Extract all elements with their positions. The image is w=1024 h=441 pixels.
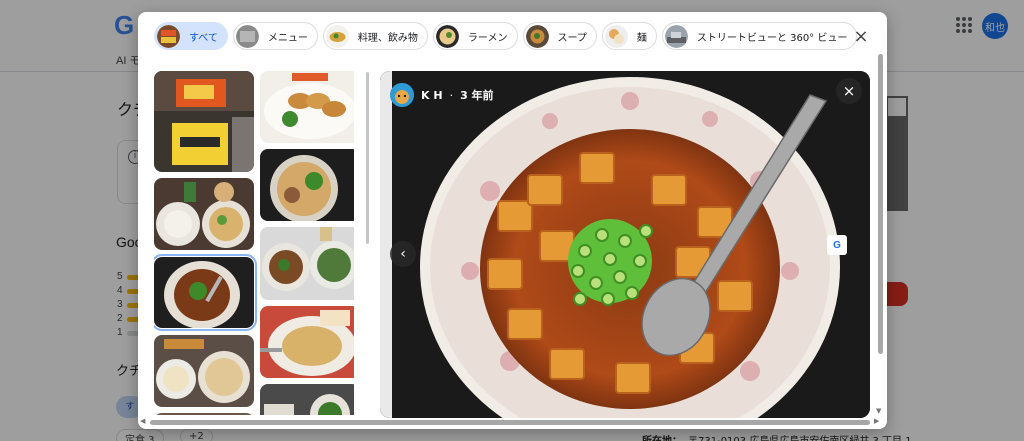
tab-food-drink[interactable]: 料理、飲み物 <box>322 22 428 50</box>
tab-street-view[interactable]: ストリートビューと 360° ビュー <box>661 22 858 50</box>
tab-noodles[interactable]: 麺 <box>601 22 657 50</box>
thumbnail-scrollbar[interactable] <box>366 72 369 244</box>
tab-label: ラーメン <box>467 32 508 44</box>
close-dialog-icon[interactable]: × <box>849 24 873 48</box>
tab-thumbnail <box>604 24 628 48</box>
mapo-tofu-photo <box>154 257 254 328</box>
previous-photo-icon[interactable]: ‹ <box>390 241 416 267</box>
scroll-right-arrow-icon[interactable]: ▶ <box>874 417 879 425</box>
tab-label: メニュー <box>267 32 308 44</box>
photo-thumbnail[interactable] <box>154 335 254 407</box>
set-meal-photo <box>154 178 254 250</box>
gyoza-photo <box>260 71 354 143</box>
dishes-photo <box>154 413 254 415</box>
noodle-plate-photo <box>260 306 354 378</box>
photo-thumbnail[interactable] <box>260 384 354 415</box>
credit-separator: · <box>449 88 454 102</box>
author-avatar[interactable] <box>390 83 414 107</box>
tab-thumbnail <box>435 24 459 48</box>
tab-all[interactable]: すべて <box>154 22 228 50</box>
storefront-photo <box>154 71 254 172</box>
stir-fry-photo <box>260 227 354 300</box>
translate-icon[interactable]: G <box>827 235 847 255</box>
tab-thumbnail <box>157 24 180 48</box>
horizontal-scrollbar[interactable] <box>150 420 870 425</box>
mapo-tofu-main-photo <box>380 71 870 418</box>
photo-age: 3 年前 <box>460 89 494 102</box>
photo-thumbnail[interactable] <box>260 227 354 300</box>
photo-thumbnail[interactable] <box>260 149 354 221</box>
tab-ramen[interactable]: ラーメン <box>432 22 518 50</box>
tab-label: すべて <box>189 32 218 44</box>
tab-thumbnail <box>664 24 688 48</box>
tab-thumbnail <box>325 24 349 48</box>
ramen-photo <box>260 149 354 221</box>
tab-soup[interactable]: スープ <box>522 22 597 50</box>
tab-menu[interactable]: メニュー <box>232 22 318 50</box>
scroll-left-arrow-icon[interactable]: ◀ <box>140 417 145 425</box>
tab-label: スープ <box>557 32 587 44</box>
photo-credit[interactable]: K H · 3 年前 <box>390 83 494 107</box>
photo-thumbnail[interactable] <box>154 71 254 172</box>
photo-thumbnail[interactable] <box>154 413 254 415</box>
photo-thumbnail-grid <box>154 71 354 415</box>
scroll-down-arrow-icon[interactable]: ▼ <box>876 407 881 415</box>
tab-thumbnail <box>235 24 259 48</box>
photo-thumbnail[interactable] <box>154 178 254 250</box>
photo-category-tabs: すべて メニュー 料理、飲み物 ラーメン スープ 麺 ストリートビューと 360… <box>154 22 858 50</box>
vertical-scrollbar[interactable] <box>878 54 883 354</box>
photo-viewer: K H · 3 年前 × ‹ G <box>380 71 870 418</box>
tab-label: 麺 <box>636 32 647 44</box>
photo-gallery-dialog: すべて メニュー 料理、飲み物 ラーメン スープ 麺 ストリートビューと 360… <box>138 12 887 429</box>
photo-thumbnail[interactable] <box>260 306 354 378</box>
ramen-meal-photo <box>154 335 254 407</box>
photo-thumbnail[interactable] <box>260 71 354 143</box>
photo-thumbnail-selected[interactable] <box>154 254 257 331</box>
plates-photo <box>260 384 354 415</box>
author-name[interactable]: K H <box>421 89 443 102</box>
tab-label: 料理、飲み物 <box>357 32 418 44</box>
tab-label: ストリートビューと 360° ビュー <box>696 32 848 44</box>
tab-thumbnail <box>525 24 549 48</box>
close-photo-icon[interactable]: × <box>836 78 862 104</box>
